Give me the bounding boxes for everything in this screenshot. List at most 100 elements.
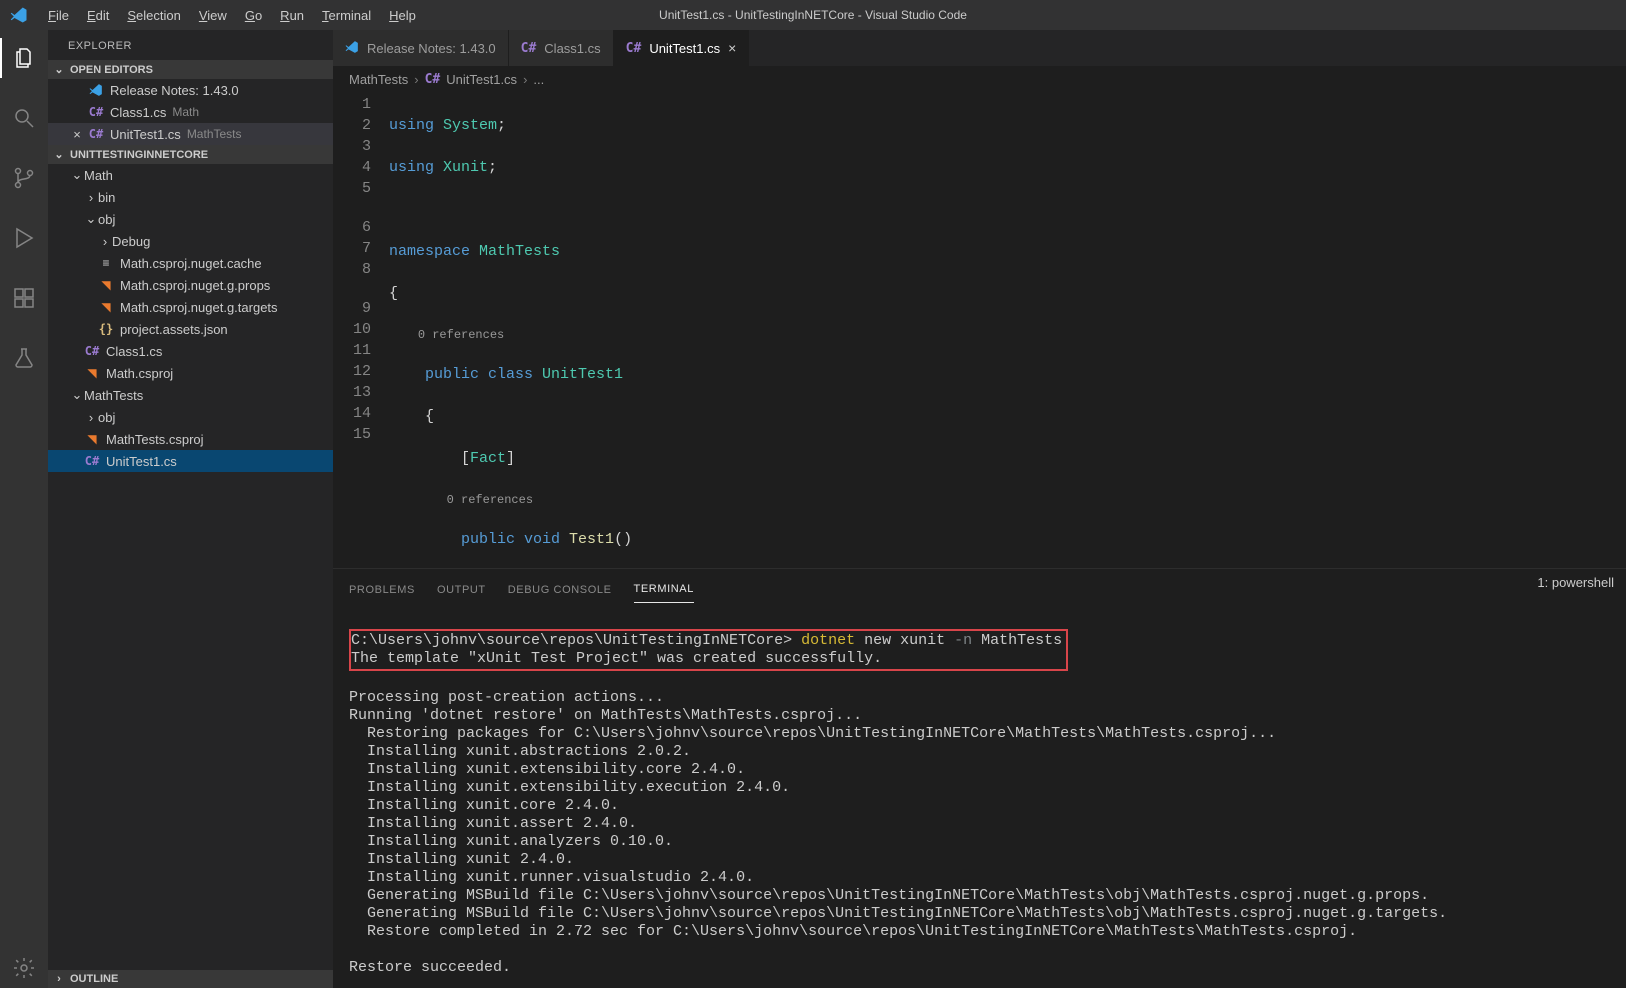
title-bar: File Edit Selection View Go Run Terminal… [0, 0, 1626, 30]
csharp-icon: C# [626, 41, 642, 56]
panel-tab-debug[interactable]: DEBUG CONSOLE [508, 584, 612, 603]
folder-mt-obj[interactable]: ›obj [48, 406, 333, 428]
extensions-icon [12, 286, 36, 310]
close-icon[interactable]: × [728, 40, 736, 56]
open-editor-unittest1[interactable]: ×C# UnitTest1.csMathTests [48, 123, 333, 145]
sidebar: EXPLORER ⌄OPEN EDITORS Release Notes: 1.… [48, 30, 333, 988]
line-gutter: 1 2 3 4 5 6 7 8 9 10 11 12 13 14 15 [333, 94, 389, 568]
menu-terminal[interactable]: Terminal [314, 4, 379, 27]
vscode-logo-icon [10, 6, 28, 24]
rss-icon: ◥ [98, 299, 114, 315]
terminal[interactable]: C:\Users\johnv\source\repos\UnitTestingI… [333, 603, 1626, 988]
window-title: UnitTest1.cs - UnitTestingInNETCore - Vi… [659, 8, 967, 22]
file-label: Class1.cs [110, 105, 166, 120]
gear-icon [12, 956, 36, 980]
codelens-references[interactable]: 0 references [447, 493, 533, 507]
menu-selection[interactable]: Selection [119, 4, 188, 27]
highlight-box: C:\Users\johnv\source\repos\UnitTestingI… [349, 629, 1068, 671]
outline-section[interactable]: ›OUTLINE [48, 970, 333, 988]
activity-explorer[interactable] [0, 38, 48, 78]
activity-test[interactable] [0, 338, 48, 378]
chevron-right-icon: › [98, 234, 112, 249]
chevron-right-icon: › [84, 410, 98, 425]
file-mt-csproj[interactable]: ◥MathTests.csproj [48, 428, 333, 450]
file-gtargets[interactable]: ◥Math.csproj.nuget.g.targets [48, 296, 333, 318]
chevron-right-icon: › [52, 973, 66, 985]
csharp-icon: C# [88, 104, 104, 120]
workspace-section[interactable]: ⌄UNITTESTINGINNETCORE [48, 145, 333, 164]
branch-icon [12, 166, 36, 190]
chevron-right-icon: › [523, 72, 527, 87]
file-label: Release Notes: 1.43.0 [110, 83, 239, 98]
rss-icon: ◥ [84, 431, 100, 447]
activity-extensions[interactable] [0, 278, 48, 318]
panel-tab-terminal[interactable]: TERMINAL [634, 583, 694, 603]
menu-bar: File Edit Selection View Go Run Terminal… [40, 4, 424, 27]
menu-file[interactable]: File [40, 4, 77, 27]
codelens-references[interactable]: 0 references [418, 328, 504, 342]
activity-debug[interactable] [0, 218, 48, 258]
editor-area: Release Notes: 1.43.0 C#Class1.cs C#Unit… [333, 30, 1626, 988]
folder-bin[interactable]: ›bin [48, 186, 333, 208]
file-class1[interactable]: C#Class1.cs [48, 340, 333, 362]
chevron-down-icon: ⌄ [52, 148, 66, 161]
folder-mathtests[interactable]: ⌄MathTests [48, 384, 333, 406]
chevron-down-icon: ⌄ [52, 63, 66, 76]
menu-view[interactable]: View [191, 4, 235, 27]
chevron-right-icon: › [84, 190, 98, 205]
rss-icon: ◥ [84, 365, 100, 381]
open-editor-class1[interactable]: C# Class1.csMath [48, 101, 333, 123]
csharp-icon: C# [521, 41, 537, 56]
activity-scm[interactable] [0, 158, 48, 198]
menu-run[interactable]: Run [272, 4, 312, 27]
file-cache[interactable]: ≡Math.csproj.nuget.cache [48, 252, 333, 274]
menu-go[interactable]: Go [237, 4, 270, 27]
file-icon: ≡ [98, 255, 114, 271]
play-bug-icon [12, 226, 36, 250]
activity-search[interactable] [0, 98, 48, 138]
menu-help[interactable]: Help [381, 4, 424, 27]
chevron-down-icon: ⌄ [70, 167, 84, 183]
terminal-selector[interactable]: 1: powershell [1537, 575, 1614, 590]
file-math-csproj[interactable]: ◥Math.csproj [48, 362, 333, 384]
vscode-icon [345, 40, 359, 57]
panel: PROBLEMS OUTPUT DEBUG CONSOLE TERMINAL 1… [333, 568, 1626, 988]
code-source[interactable]: using System; using Xunit; namespace Mat… [389, 94, 1626, 568]
rss-icon: ◥ [98, 277, 114, 293]
code-editor[interactable]: 1 2 3 4 5 6 7 8 9 10 11 12 13 14 15 [333, 92, 1626, 568]
csharp-icon: C# [84, 343, 100, 359]
beaker-icon [12, 346, 36, 370]
editor-tabs: Release Notes: 1.43.0 C#Class1.cs C#Unit… [333, 30, 1626, 66]
chevron-right-icon: › [414, 72, 418, 87]
file-unittest1[interactable]: C#UnitTest1.cs [48, 450, 333, 472]
activity-bar [0, 30, 48, 988]
sidebar-title: EXPLORER [48, 30, 333, 60]
csharp-icon: C# [425, 72, 441, 87]
activity-settings[interactable] [0, 948, 48, 988]
close-icon[interactable]: × [66, 127, 88, 142]
panel-tabs: PROBLEMS OUTPUT DEBUG CONSOLE TERMINAL 1… [333, 569, 1626, 603]
files-icon [12, 46, 36, 70]
chevron-down-icon: ⌄ [84, 211, 98, 227]
file-label: UnitTest1.cs [110, 127, 181, 142]
csharp-icon: C# [88, 126, 104, 142]
open-editor-release[interactable]: Release Notes: 1.43.0 [48, 79, 333, 101]
json-icon: {} [98, 321, 114, 337]
folder-math[interactable]: ⌄Math [48, 164, 333, 186]
csharp-icon: C# [84, 453, 100, 469]
file-assets[interactable]: {}project.assets.json [48, 318, 333, 340]
folder-obj[interactable]: ⌄obj [48, 208, 333, 230]
panel-tab-output[interactable]: OUTPUT [437, 584, 486, 603]
tab-unittest1[interactable]: C#UnitTest1.cs× [614, 30, 750, 66]
open-editors-section[interactable]: ⌄OPEN EDITORS [48, 60, 333, 79]
tab-class1[interactable]: C#Class1.cs [509, 30, 614, 66]
breadcrumb[interactable]: MathTests› C#UnitTest1.cs› ... [333, 66, 1626, 92]
search-icon [12, 106, 36, 130]
chevron-down-icon: ⌄ [70, 387, 84, 403]
vscode-icon [88, 82, 104, 98]
panel-tab-problems[interactable]: PROBLEMS [349, 584, 415, 603]
file-gprops[interactable]: ◥Math.csproj.nuget.g.props [48, 274, 333, 296]
tab-release-notes[interactable]: Release Notes: 1.43.0 [333, 30, 509, 66]
folder-debug[interactable]: ›Debug [48, 230, 333, 252]
menu-edit[interactable]: Edit [79, 4, 117, 27]
